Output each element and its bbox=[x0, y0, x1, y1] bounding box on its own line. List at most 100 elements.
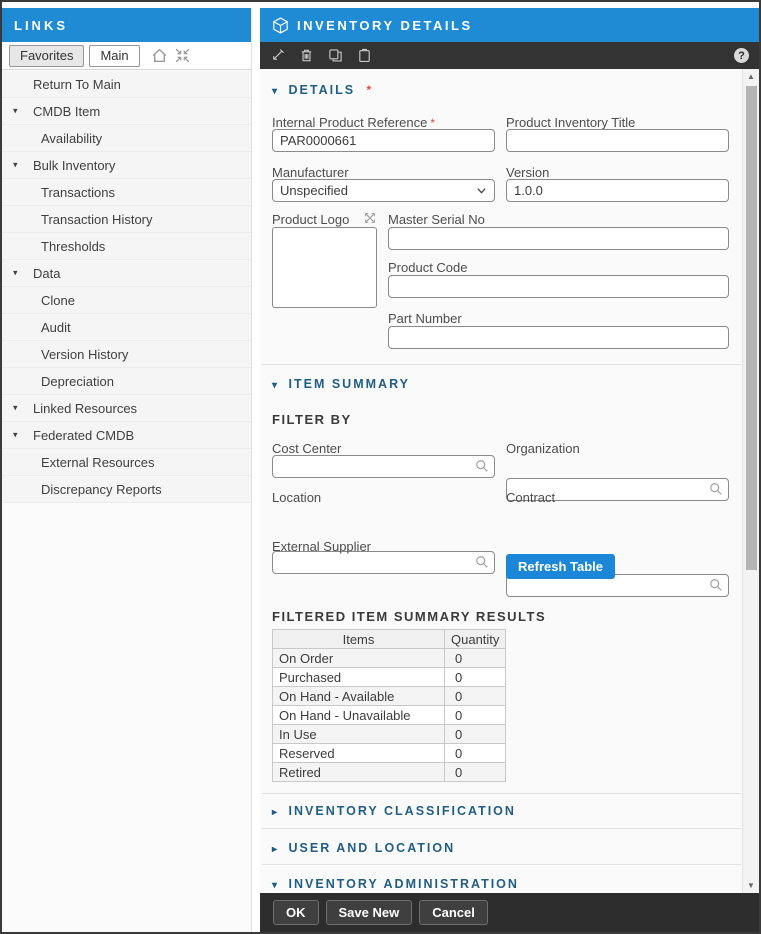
sidebar-item-bulk-inventory[interactable]: Bulk Inventory bbox=[2, 152, 251, 179]
sidebar-item-cmdb-item[interactable]: CMDB Item bbox=[2, 98, 251, 125]
product-inventory-title-label: Product Inventory Title bbox=[506, 115, 635, 130]
sidebar-item-clone[interactable]: Clone bbox=[2, 287, 251, 314]
pin-icon[interactable] bbox=[270, 48, 285, 63]
table-row: Retired0 bbox=[273, 763, 506, 782]
filtered-results-heading: FILTERED ITEM SUMMARY RESULTS bbox=[272, 609, 546, 624]
required-marker: * bbox=[367, 83, 374, 97]
section-inventory-classification[interactable]: INVENTORY CLASSIFICATION bbox=[272, 804, 516, 818]
collapse-panel-icon[interactable] bbox=[174, 47, 191, 64]
search-icon[interactable] bbox=[709, 578, 723, 592]
table-header-row: Items Quantity bbox=[273, 630, 506, 649]
version-input[interactable] bbox=[506, 179, 729, 202]
delete-icon[interactable] bbox=[299, 48, 314, 63]
sidebar-item-external-resources[interactable]: External Resources bbox=[2, 449, 251, 476]
cost-center-input[interactable] bbox=[272, 455, 495, 478]
filter-by-heading: FILTER BY bbox=[272, 412, 352, 427]
table-row: In Use0 bbox=[273, 725, 506, 744]
table-row: On Order0 bbox=[273, 649, 506, 668]
table-row: Reserved0 bbox=[273, 744, 506, 763]
internal-product-reference-input[interactable] bbox=[272, 129, 495, 152]
section-details[interactable]: DETAILS * bbox=[272, 83, 373, 97]
master-serial-no-label: Master Serial No bbox=[388, 212, 485, 227]
sidebar-item-transactions[interactable]: Transactions bbox=[2, 179, 251, 206]
sidebar-item-discrepancy-reports[interactable]: Discrepancy Reports bbox=[2, 476, 251, 503]
tab-main[interactable]: Main bbox=[89, 45, 139, 67]
section-user-and-location[interactable]: USER AND LOCATION bbox=[272, 841, 455, 855]
scrollbar-thumb[interactable] bbox=[746, 86, 757, 570]
scroll-up-icon[interactable]: ▲ bbox=[743, 72, 759, 81]
quantity-column-header[interactable]: Quantity bbox=[445, 630, 506, 649]
search-icon[interactable] bbox=[709, 482, 723, 496]
sidebar-item-version-history[interactable]: Version History bbox=[2, 341, 251, 368]
divider bbox=[262, 364, 741, 365]
save-new-button[interactable]: Save New bbox=[326, 900, 413, 925]
section-expanded-icon bbox=[272, 880, 277, 891]
items-column-header[interactable]: Items bbox=[273, 630, 445, 649]
section-expanded-icon bbox=[272, 380, 277, 391]
sidebar-item-thresholds[interactable]: Thresholds bbox=[2, 233, 251, 260]
inventory-details-header: INVENTORY DETAILS bbox=[260, 8, 759, 42]
product-code-input[interactable] bbox=[388, 275, 729, 298]
search-icon[interactable] bbox=[475, 459, 489, 473]
links-title: LINKS bbox=[14, 18, 68, 33]
sidebar-item-availability[interactable]: Availability bbox=[2, 125, 251, 152]
inventory-details-panel: INVENTORY DETAILS bbox=[260, 8, 759, 932]
sidebar-item-federated-cmdb[interactable]: Federated CMDB bbox=[2, 422, 251, 449]
cancel-button[interactable]: Cancel bbox=[419, 900, 488, 925]
organization-label: Organization bbox=[506, 441, 580, 456]
expanded-arrow-icon[interactable] bbox=[13, 160, 18, 171]
contract-label: Contract bbox=[506, 490, 555, 505]
section-expanded-icon bbox=[272, 86, 277, 97]
vertical-scrollbar[interactable]: ▲ ▼ bbox=[742, 69, 759, 893]
refresh-table-button[interactable]: Refresh Table bbox=[506, 554, 615, 579]
product-code-label: Product Code bbox=[388, 260, 468, 275]
part-number-input[interactable] bbox=[388, 326, 729, 349]
links-tabbar: Favorites Main bbox=[2, 42, 251, 70]
chevron-down-icon bbox=[476, 185, 487, 196]
paste-icon[interactable] bbox=[357, 48, 372, 63]
manufacturer-label: Manufacturer bbox=[272, 165, 349, 180]
links-panel: LINKS Favorites Main Return To Main C bbox=[2, 8, 252, 932]
expanded-arrow-icon[interactable] bbox=[13, 106, 18, 117]
tab-favorites[interactable]: Favorites bbox=[9, 45, 84, 67]
page-title: INVENTORY DETAILS bbox=[297, 18, 473, 33]
ok-button[interactable]: OK bbox=[273, 900, 319, 925]
section-item-summary[interactable]: ITEM SUMMARY bbox=[272, 377, 410, 391]
product-logo-box[interactable] bbox=[272, 227, 377, 308]
section-inventory-administration[interactable]: INVENTORY ADMINISTRATION bbox=[272, 877, 519, 891]
links-tree: Return To Main CMDB Item Availability Bu… bbox=[2, 71, 251, 932]
scroll-down-icon[interactable]: ▼ bbox=[743, 881, 759, 890]
help-icon[interactable]: ? bbox=[734, 48, 749, 63]
expanded-arrow-icon[interactable] bbox=[13, 268, 18, 279]
copy-icon[interactable] bbox=[328, 48, 343, 63]
home-icon[interactable] bbox=[151, 47, 168, 64]
expanded-arrow-icon[interactable] bbox=[13, 403, 18, 414]
internal-product-reference-label: Internal Product Reference* bbox=[272, 115, 435, 130]
item-summary-table: Items Quantity On Order0 Purchased0 On H… bbox=[272, 629, 506, 782]
sidebar-item-depreciation[interactable]: Depreciation bbox=[2, 368, 251, 395]
master-serial-no-input[interactable] bbox=[388, 227, 729, 250]
product-inventory-title-input[interactable] bbox=[506, 129, 729, 152]
sidebar-item-transaction-history[interactable]: Transaction History bbox=[2, 206, 251, 233]
divider bbox=[262, 793, 741, 794]
cost-center-field bbox=[272, 455, 495, 478]
section-collapsed-icon bbox=[272, 807, 277, 818]
sidebar-item-audit[interactable]: Audit bbox=[2, 314, 251, 341]
divider bbox=[262, 864, 741, 865]
divider bbox=[262, 828, 741, 829]
table-row: On Hand - Unavailable0 bbox=[273, 706, 506, 725]
sidebar-item-linked-resources[interactable]: Linked Resources bbox=[2, 395, 251, 422]
expanded-arrow-icon[interactable] bbox=[13, 430, 18, 441]
location-label: Location bbox=[272, 490, 321, 505]
sidebar-item-return-to-main[interactable]: Return To Main bbox=[2, 71, 251, 98]
footer-bar: OK Save New Cancel bbox=[260, 893, 759, 932]
table-row: On Hand - Available0 bbox=[273, 687, 506, 706]
manufacturer-select[interactable]: Unspecified bbox=[272, 179, 495, 202]
location-input[interactable] bbox=[272, 551, 495, 574]
sidebar-item-data[interactable]: Data bbox=[2, 260, 251, 287]
links-panel-header: LINKS bbox=[2, 8, 251, 42]
cost-center-label: Cost Center bbox=[272, 441, 341, 456]
table-row: Purchased0 bbox=[273, 668, 506, 687]
search-icon[interactable] bbox=[475, 555, 489, 569]
location-field bbox=[272, 551, 495, 574]
